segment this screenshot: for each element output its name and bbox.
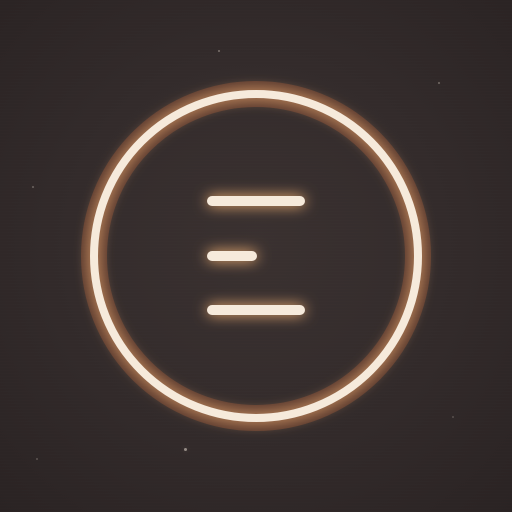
menu-lines	[207, 196, 305, 315]
app-icon	[0, 0, 512, 512]
menu-lines-icon	[81, 81, 431, 431]
